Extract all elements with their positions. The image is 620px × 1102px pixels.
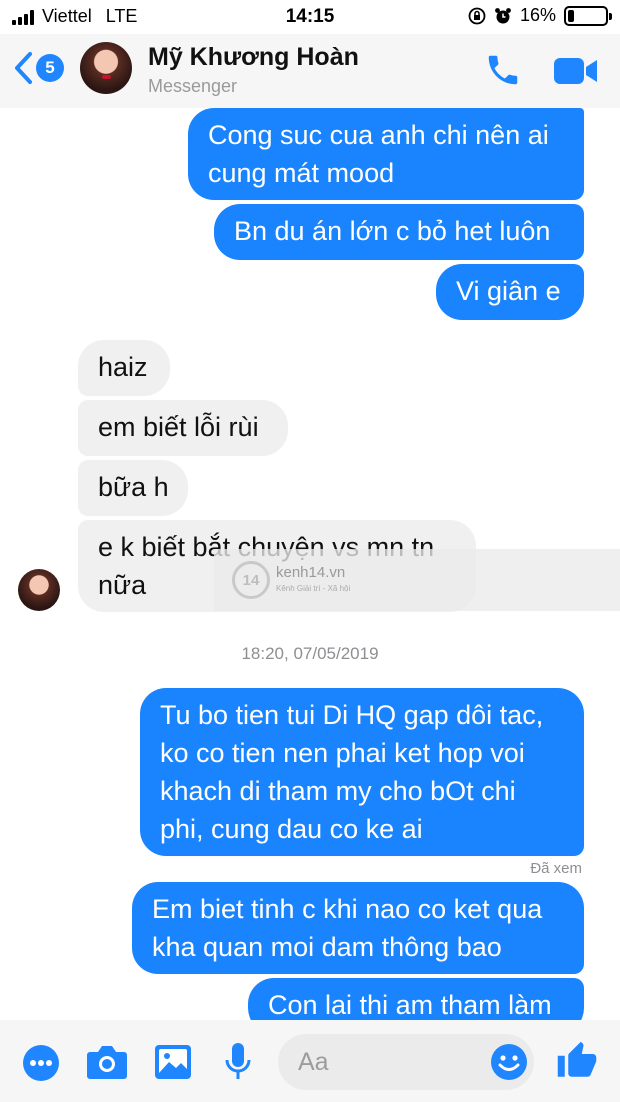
- message-line: Tu bo tien tui Di HQ gap dôi tac,: [160, 700, 544, 730]
- battery-level: [568, 9, 574, 22]
- message-bubble-incoming[interactable]: haiz: [78, 340, 170, 396]
- watermark: 14 kenh14.vn Kênh Giải trí - Xã hội: [214, 549, 620, 611]
- back-button[interactable]: 5: [12, 51, 64, 85]
- avatar[interactable]: [80, 42, 132, 94]
- back-chevron-icon: [15, 52, 32, 84]
- message-line: Cong suc cua anh chi nên ai: [208, 120, 549, 150]
- more-icon: [23, 1045, 59, 1081]
- message-bubble-outgoing[interactable]: Tu bo tien tui Di HQ gap dôi tac, ko co …: [140, 688, 584, 856]
- microphone-icon: [225, 1043, 251, 1079]
- message-line: Vi giân e: [456, 276, 561, 306]
- thumbs-up-icon: [557, 1041, 597, 1077]
- message-line: em biết lỗi rùi: [98, 412, 259, 442]
- camera-icon: [87, 1046, 127, 1079]
- message-bubble-outgoing[interactable]: Con lai thi am tham làm: [248, 978, 584, 1020]
- seen-receipt: Đã xem: [530, 860, 582, 877]
- video-call-button[interactable]: [554, 56, 598, 91]
- phone-icon: [488, 55, 518, 85]
- orientation-lock-icon: [468, 7, 486, 24]
- like-button[interactable]: [556, 1040, 598, 1087]
- timestamp: 18:20, 07/05/2019: [241, 644, 379, 663]
- message-input[interactable]: [298, 1044, 488, 1080]
- message-bubble-outgoing[interactable]: Cong suc cua anh chi nên ai cung mát moo…: [188, 108, 584, 200]
- unread-badge: 5: [36, 54, 64, 82]
- chat-header: 5 Mỹ Khương Hoàn Messenger: [0, 34, 620, 108]
- message-input-pill[interactable]: [278, 1034, 534, 1090]
- sender-avatar[interactable]: [18, 569, 60, 611]
- status-bar: Viettel LTE 14:15 16%: [0, 0, 620, 34]
- gallery-button[interactable]: [154, 1044, 192, 1085]
- message-line: bữa h: [98, 472, 169, 502]
- gallery-icon: [155, 1045, 191, 1079]
- video-camera-icon: [554, 58, 597, 84]
- battery-percent: 16%: [519, 5, 556, 25]
- message-bubble-outgoing[interactable]: Bn du án lớn c bỏ het luôn: [214, 204, 584, 260]
- alarm-icon: [495, 7, 511, 23]
- call-button[interactable]: [484, 51, 522, 94]
- battery-icon: [564, 5, 612, 26]
- camera-button[interactable]: [86, 1044, 128, 1085]
- message-line: khach di tham my cho bOt chi: [160, 776, 516, 806]
- message-line: Em biet tinh c khi nao co ket qua: [152, 894, 543, 924]
- watermark-logo: 14: [232, 561, 270, 599]
- watermark-tagline: Kênh Giải trí - Xã hội: [276, 584, 351, 593]
- contact-subtitle: Messenger: [148, 76, 238, 96]
- message-line: ko co tien nen phai ket hop voi: [160, 738, 525, 768]
- microphone-button[interactable]: [224, 1042, 252, 1087]
- composer-bar: [0, 1020, 620, 1102]
- emoji-icon: [491, 1044, 527, 1080]
- contact-name[interactable]: Mỹ Khương Hoàn: [148, 43, 359, 72]
- message-list[interactable]: Cong suc cua anh chi nên ai cung mát moo…: [0, 108, 620, 1020]
- message-bubble-outgoing[interactable]: Vi giân e: [436, 264, 584, 320]
- message-line: Bn du án lớn c bỏ het luôn: [234, 216, 551, 246]
- status-right: 16%: [468, 5, 612, 26]
- watermark-name: kenh14.vn: [276, 564, 346, 581]
- message-bubble-incoming[interactable]: bữa h: [78, 460, 188, 516]
- message-line: kha quan moi dam thông bao: [152, 932, 502, 962]
- message-line: cung mát mood: [208, 158, 395, 188]
- message-line: Con lai thi am tham làm: [268, 990, 552, 1020]
- message-bubble-outgoing[interactable]: Em biet tinh c khi nao co ket qua kha qu…: [132, 882, 584, 974]
- message-line: phi, cung dau co ke ai: [160, 814, 423, 844]
- message-bubble-incoming[interactable]: em biết lỗi rùi: [78, 400, 288, 456]
- more-button[interactable]: [22, 1044, 60, 1087]
- message-line: haiz: [98, 352, 148, 382]
- emoji-button[interactable]: [490, 1043, 528, 1086]
